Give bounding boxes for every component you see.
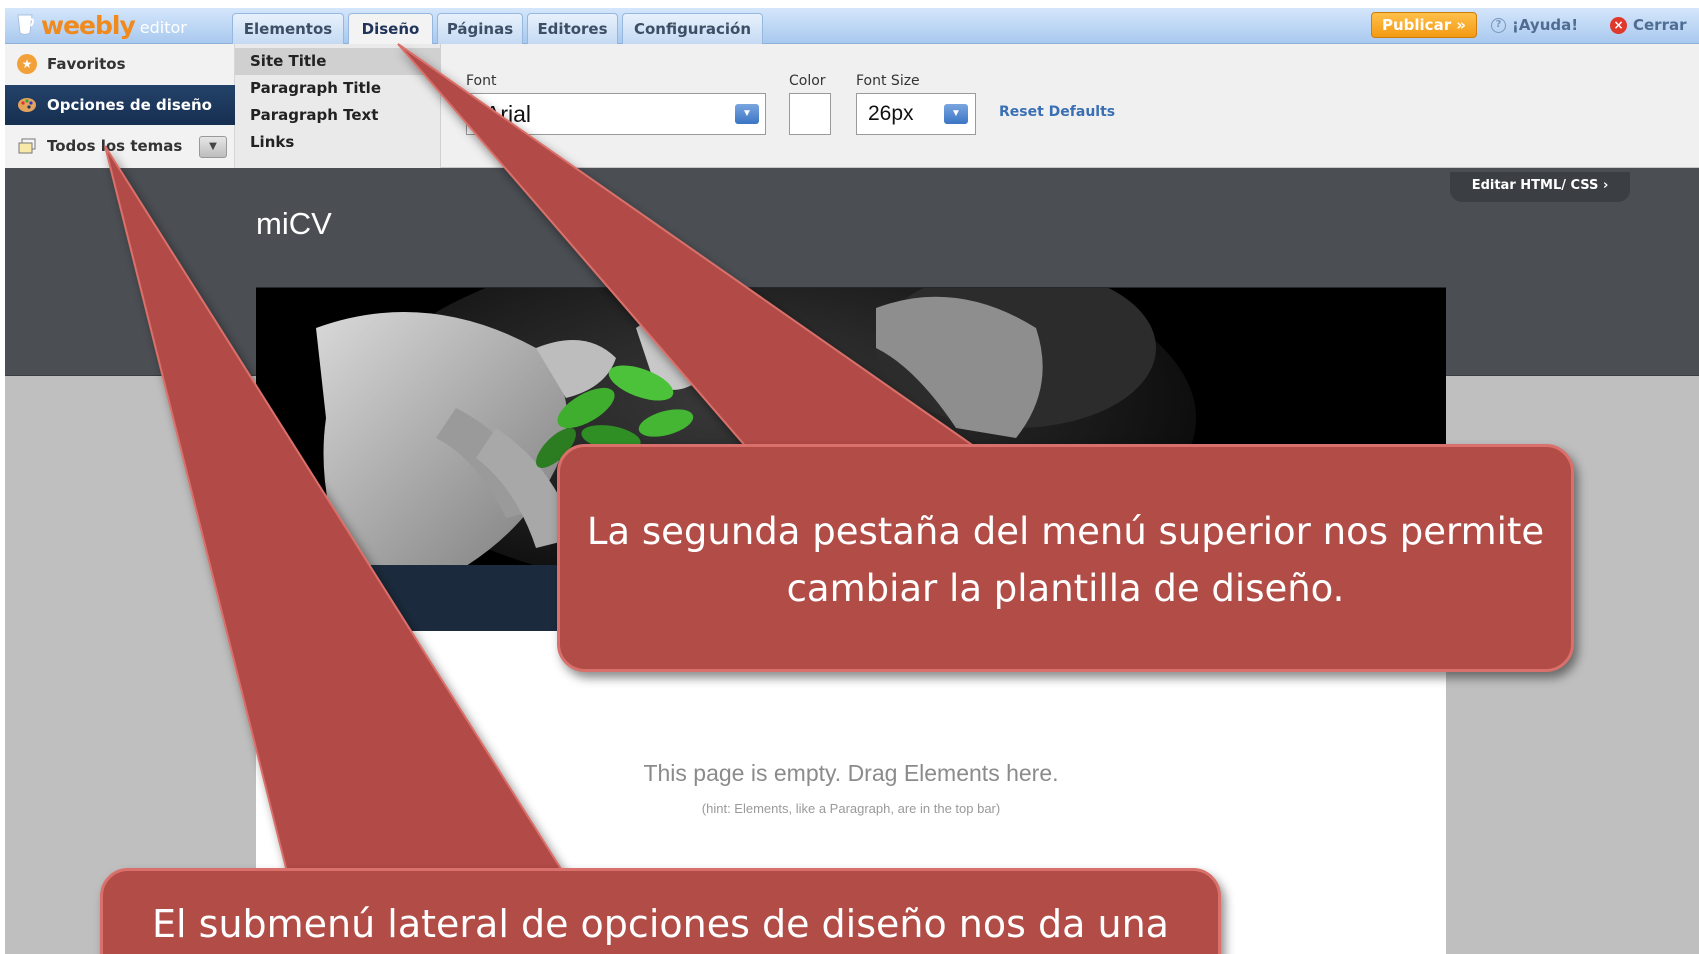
weebly-logo: weebly editor (15, 10, 187, 40)
palette-icon (17, 95, 37, 115)
font-label: Font (466, 73, 497, 89)
submenu-item-links[interactable]: Links (235, 129, 441, 156)
chevron-down-icon: ▼ (735, 104, 759, 124)
tab-paginas[interactable]: Páginas (437, 13, 523, 44)
color-label: Color (789, 73, 826, 89)
font-select[interactable]: Arial ▼ (466, 93, 766, 135)
font-value: Arial (485, 101, 532, 127)
sidebar-item-label: Favoritos (47, 55, 126, 73)
help-label: ¡Ayuda! (1512, 16, 1579, 34)
chevron-down-icon: ▼ (944, 104, 968, 124)
help-link[interactable]: ? ¡Ayuda! (1491, 14, 1578, 36)
callout-sidebar-submenu: El submenú lateral de opciones de diseño… (100, 868, 1221, 954)
sidebar-item-favoritos[interactable]: ★ Favoritos (5, 44, 235, 84)
tab-elementos[interactable]: Elementos (232, 13, 344, 44)
publish-button[interactable]: Publicar » (1371, 12, 1477, 38)
sidebar-item-todos-los-temas[interactable]: Todos los temas ▼ (5, 126, 235, 166)
font-size-select[interactable]: 26px ▼ (856, 93, 976, 135)
close-link[interactable]: × Cerrar (1610, 14, 1687, 36)
reset-defaults-link[interactable]: Reset Defaults (999, 104, 1115, 120)
edit-html-css-button[interactable]: Editar HTML/ CSS › (1450, 172, 1630, 202)
chevron-down-icon[interactable]: ▼ (199, 136, 227, 158)
sidebar-item-label: Todos los temas (47, 137, 183, 155)
sidebar-item-label: Opciones de diseño (47, 96, 212, 114)
empty-page-hint: (hint: Elements, like a Paragraph, are i… (701, 801, 1001, 816)
design-submenu: Site Title Paragraph Title Paragraph Tex… (235, 44, 441, 168)
weebly-cup-icon (17, 14, 34, 35)
submenu-item-site-title[interactable]: Site Title (235, 48, 441, 75)
submenu-item-paragraph-text[interactable]: Paragraph Text (235, 102, 441, 129)
close-icon: × (1610, 16, 1627, 34)
close-label: Cerrar (1633, 16, 1687, 34)
logo-suffix: editor (139, 17, 187, 37)
themes-icon (17, 136, 37, 156)
star-icon: ★ (17, 54, 37, 74)
submenu-item-paragraph-title[interactable]: Paragraph Title (235, 75, 441, 102)
callout-design-tab: La segunda pestaña del menú superior nos… (557, 444, 1574, 672)
font-size-label: Font Size (856, 73, 920, 89)
design-sidebar: ★ Favoritos Opciones de diseño Todos los… (5, 44, 235, 168)
logo-text: weebly (41, 10, 136, 40)
tab-configuracion[interactable]: Configuración (622, 13, 763, 44)
help-icon: ? (1491, 17, 1506, 33)
top-menu-bar: weebly editor Elementos Diseño Páginas E… (5, 8, 1699, 45)
font-size-value: 26px (868, 102, 914, 125)
empty-page-message: This page is empty. Drag Elements here. (643, 760, 1059, 786)
site-title[interactable]: miCV (256, 206, 332, 242)
tab-editores[interactable]: Editores (527, 13, 618, 44)
sidebar-item-opciones-de-diseno[interactable]: Opciones de diseño (5, 85, 235, 125)
tab-diseno[interactable]: Diseño (348, 13, 433, 45)
color-swatch[interactable] (789, 93, 831, 135)
